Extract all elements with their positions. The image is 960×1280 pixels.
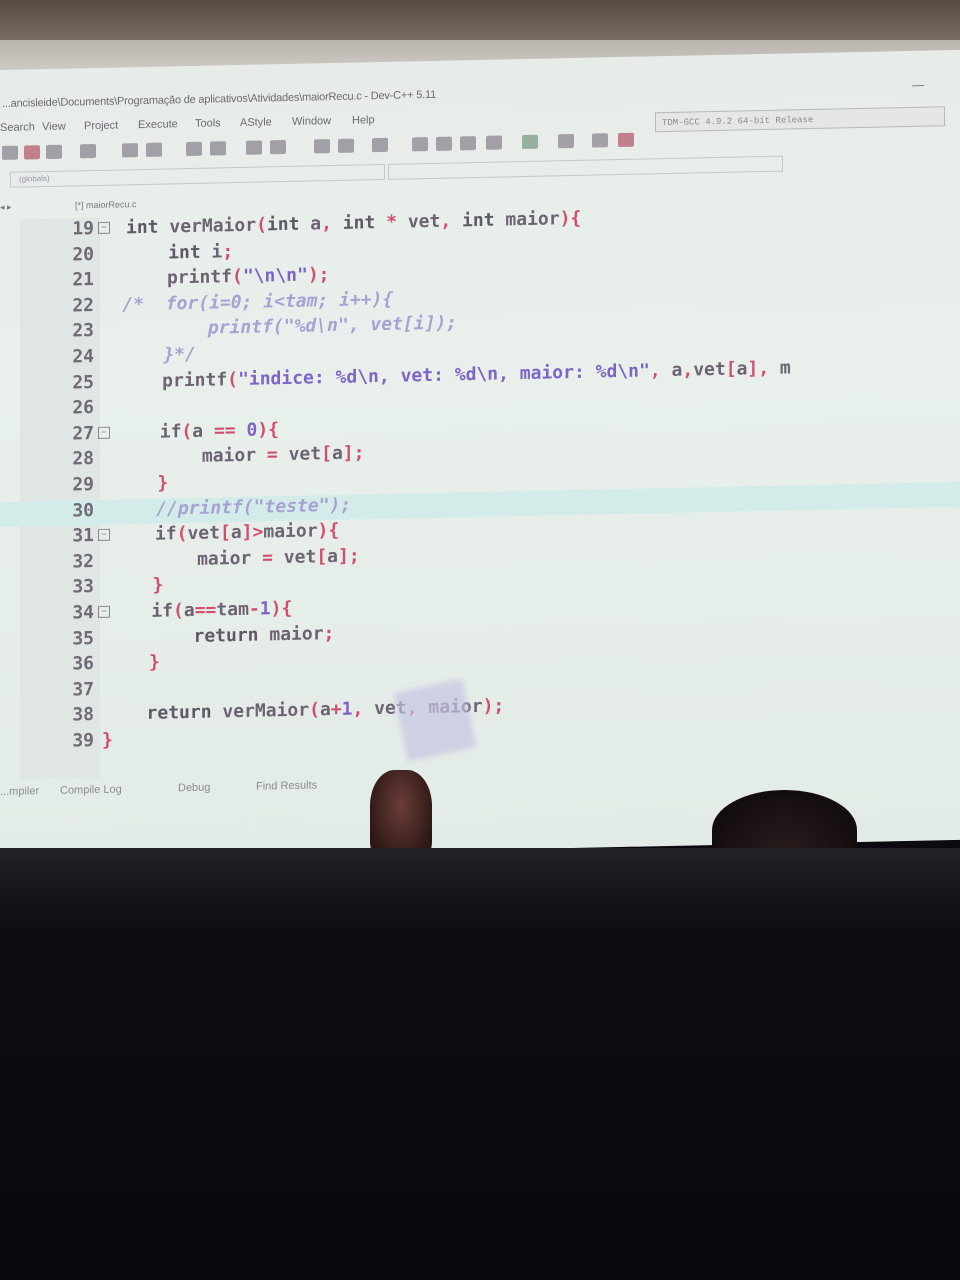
line-number: 27 [72,422,94,445]
menu-project[interactable]: Project [84,120,118,133]
print-icon[interactable] [80,143,96,159]
line-number: 39 [72,730,94,752]
code-text: int verMaior(int a, int * vet, int maior… [126,207,582,239]
debug-icon[interactable] [558,133,574,149]
scope-select[interactable]: (globals) [10,163,385,188]
replace-icon[interactable] [210,141,226,156]
code-text: /* for(i=0; i<tam; i++){ [122,288,394,316]
menu-execute[interactable]: Execute [138,118,178,131]
line-number: 23 [72,320,94,342]
monitor-edge [0,848,960,938]
tab-compiler[interactable]: ...mpiler [0,785,39,798]
dark-foreground [0,938,960,1280]
compile-run-icon[interactable] [460,136,476,151]
check-icon[interactable] [522,134,538,150]
code-text: } [109,574,164,598]
menu-astyle[interactable]: AStyle [240,116,272,129]
undo-icon[interactable] [122,143,138,158]
line-number: 21 [72,269,94,291]
line-number: 31 [72,525,94,547]
member-select[interactable] [388,155,783,180]
fold-toggle-icon[interactable]: − [98,221,110,234]
line-number: 37 [72,678,94,701]
tab-maiorrecu[interactable]: [*] maiorRecu.c [75,199,137,210]
menu-help[interactable]: Help [352,114,375,126]
line-number: 29 [72,474,94,496]
tab-find-results[interactable]: Find Results [256,779,317,792]
line-number: 33 [72,576,94,598]
line-number: 38 [72,704,94,726]
code-text: if(a == 0){ [116,418,279,444]
bookmark-icon[interactable] [270,140,286,155]
tab-debug[interactable]: Debug [178,782,210,795]
line-number: 30 [72,499,94,522]
code-text: } [102,729,113,751]
unindent-icon[interactable] [338,138,354,153]
menu-search[interactable]: Search [0,121,35,134]
window-title: ...ancisleide\Documents\Programação de a… [2,88,437,110]
line-number: 36 [72,653,94,675]
code-text: //printf("teste"); [112,494,352,521]
compile-icon[interactable] [412,137,428,152]
line-number: 20 [72,243,94,266]
line-number: 35 [72,627,94,650]
run-icon[interactable] [436,136,452,151]
minimize-icon[interactable]: — [912,73,924,97]
code-text: } [114,472,169,495]
line-number: 22 [72,294,94,317]
rebuild-icon[interactable] [486,135,502,150]
menu-window[interactable]: Window [292,115,331,128]
code-text: printf("\n\n"); [123,264,330,290]
redo-icon[interactable] [146,142,162,157]
tab-compile-log[interactable]: Compile Log [60,783,122,796]
line-number: 34 [72,602,94,624]
goto-icon[interactable] [246,140,262,155]
held-card [393,678,477,762]
save-icon[interactable] [46,144,62,160]
code-text: int i; [124,240,234,264]
projected-screen: ...ancisleide\Documents\Programação de a… [0,49,960,860]
code-text: if(vet[a]>maior){ [111,520,340,546]
find-icon[interactable] [186,141,202,157]
code-text: } [105,651,160,674]
toggle-comment-icon[interactable] [372,137,388,153]
code-text: return maior; [106,622,335,649]
code-editor[interactable]: 19− int verMaior(int a, int * vet, int ma… [0,200,960,780]
menu-tools[interactable]: Tools [195,117,221,130]
fold-toggle-icon[interactable]: − [98,528,110,542]
menu-view[interactable]: View [42,121,66,133]
line-number: 19 [72,218,94,240]
code-text: }*/ [120,343,196,367]
new-file-icon[interactable] [2,145,18,160]
code-text: maior = vet[a]; [110,545,360,572]
code-text: if(a==tam-1){ [108,597,293,623]
line-number: 32 [72,550,94,573]
indent-icon[interactable] [314,139,330,154]
code-text: maior = vet[a]; [115,442,365,469]
raised-hand [370,770,432,860]
line-number: 24 [72,346,94,368]
fold-toggle-icon[interactable]: − [98,426,110,439]
line-number: 26 [72,397,94,419]
line-number: 28 [72,448,94,470]
tab-scroll-arrows[interactable]: ◂ ▸ [0,202,12,213]
open-file-icon[interactable] [24,145,40,160]
chart-icon[interactable] [618,132,634,148]
line-number: 25 [72,371,94,394]
profile-icon[interactable] [592,133,608,148]
